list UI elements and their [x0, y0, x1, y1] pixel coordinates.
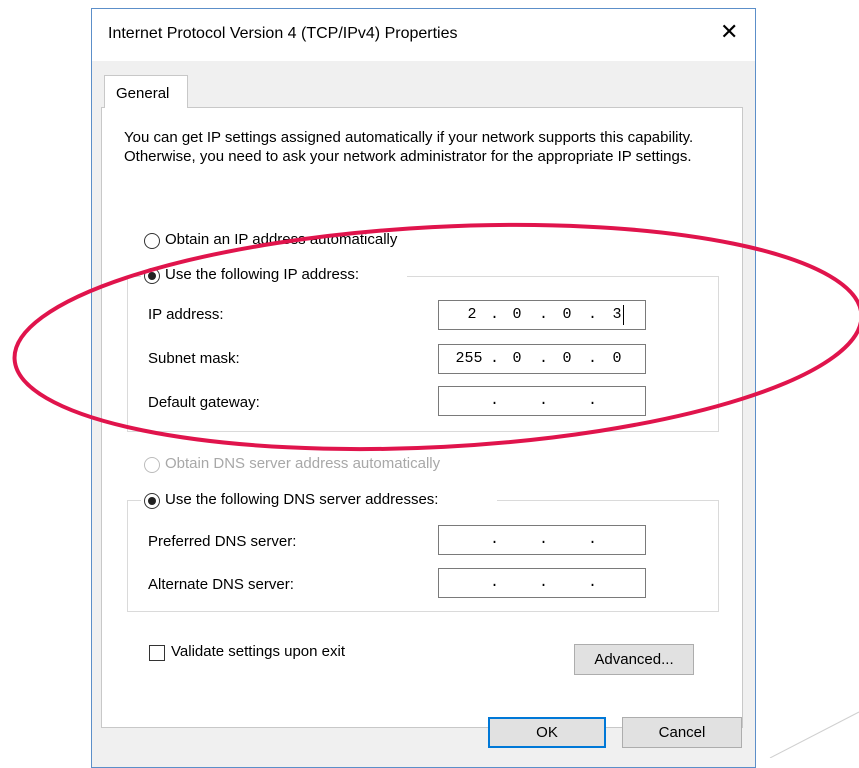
- advanced-button[interactable]: Advanced...: [574, 644, 694, 675]
- alternate-dns-label: Alternate DNS server:: [148, 576, 294, 593]
- subnet-mask-field[interactable]: 255 . 0 . 0 . 0: [438, 344, 646, 374]
- preferred-dns-field[interactable]: . . .: [438, 525, 646, 555]
- ip-octet-4: 3: [612, 306, 622, 323]
- preferred-dns-label: Preferred DNS server:: [148, 533, 297, 550]
- validate-checkbox-label: Validate settings upon exit: [171, 643, 346, 660]
- radio-use-following-ip-label: Use the following IP address:: [165, 266, 359, 283]
- decorative-line: [769, 711, 859, 758]
- octet-separator: .: [588, 392, 598, 409]
- octet-separator: .: [588, 574, 598, 591]
- radio-obtain-dns-auto-label: Obtain DNS server address automatically: [165, 455, 441, 472]
- octet-separator: .: [539, 350, 549, 367]
- octet-separator: .: [539, 306, 549, 323]
- octet-separator: .: [539, 574, 549, 591]
- tab-general-label: General: [116, 85, 170, 102]
- octet-separator: .: [588, 350, 598, 367]
- tab-general[interactable]: General: [104, 75, 188, 108]
- radio-obtain-ip-auto-label: Obtain an IP address automatically: [165, 231, 398, 248]
- radio-use-following-ip[interactable]: [144, 268, 160, 284]
- alternate-dns-field[interactable]: . . .: [438, 568, 646, 598]
- octet-separator: .: [490, 306, 500, 323]
- default-gateway-label: Default gateway:: [148, 394, 260, 411]
- description-text: You can get IP settings assigned automat…: [124, 129, 694, 165]
- ok-button[interactable]: OK: [488, 717, 606, 748]
- ip-octet-1: 2: [467, 306, 477, 323]
- cancel-button[interactable]: Cancel: [622, 717, 742, 748]
- radio-use-following-dns-label: Use the following DNS server addresses:: [165, 491, 439, 508]
- octet-separator: .: [490, 392, 500, 409]
- default-gateway-field[interactable]: . . .: [438, 386, 646, 416]
- octet-separator: .: [490, 350, 500, 367]
- ip-octet-2: 0: [512, 306, 522, 323]
- subnet-octet-4: 0: [612, 350, 622, 367]
- octet-separator: .: [490, 531, 500, 548]
- ip-octet-3: 0: [562, 306, 572, 323]
- ip-address-label: IP address:: [148, 306, 224, 323]
- radio-obtain-ip-auto[interactable]: [144, 233, 160, 249]
- radio-obtain-dns-auto[interactable]: [144, 457, 160, 473]
- ip-address-field[interactable]: 2 . 0 . 0 . 3: [438, 300, 646, 330]
- octet-separator: .: [539, 531, 549, 548]
- octet-separator: .: [588, 306, 598, 323]
- radio-use-following-dns[interactable]: [144, 493, 160, 509]
- text-caret: [623, 305, 624, 325]
- octet-separator: .: [588, 531, 598, 548]
- octet-separator: .: [490, 574, 500, 591]
- subnet-octet-2: 0: [512, 350, 522, 367]
- subnet-mask-label: Subnet mask:: [148, 350, 240, 367]
- subnet-octet-3: 0: [562, 350, 572, 367]
- subnet-octet-1: 255: [455, 350, 483, 367]
- validate-checkbox[interactable]: [149, 645, 165, 661]
- octet-separator: .: [539, 392, 549, 409]
